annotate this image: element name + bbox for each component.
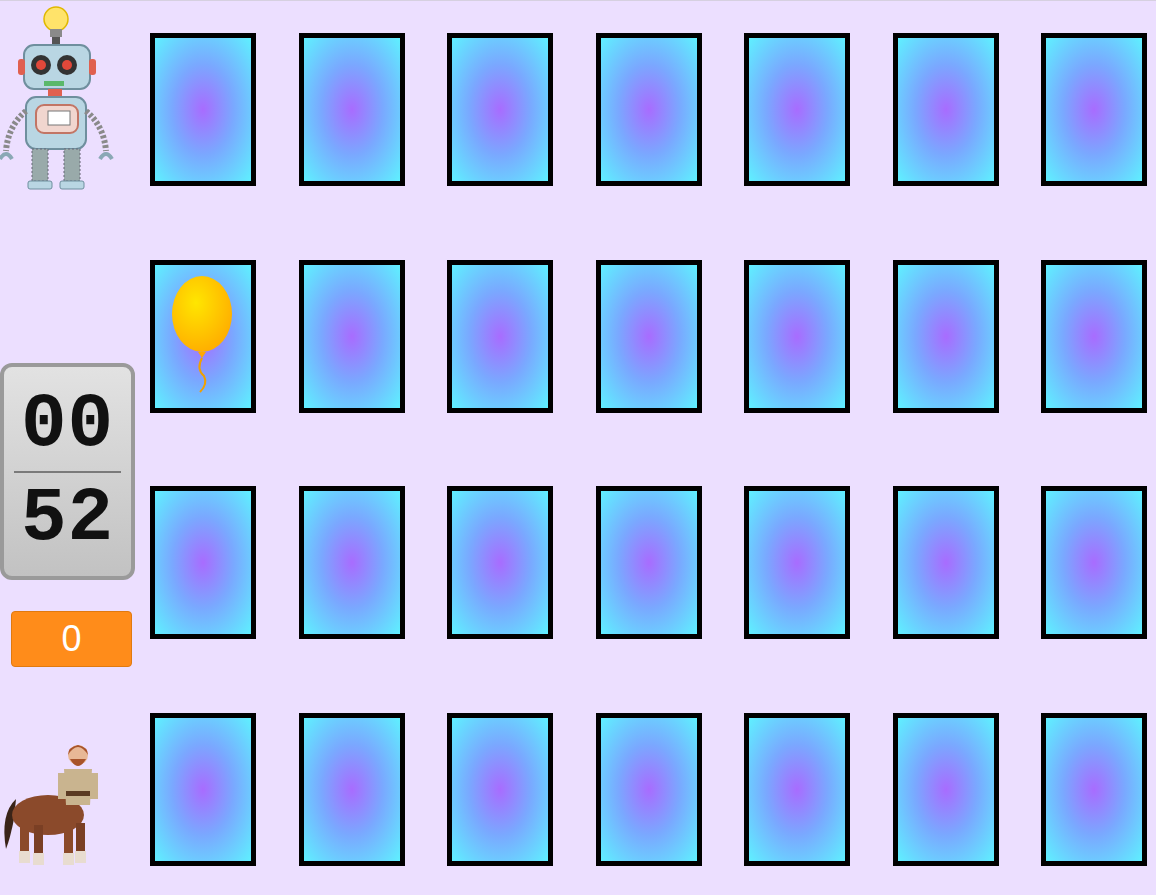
memory-card[interactable] [1041,486,1147,639]
memory-card[interactable] [893,713,999,866]
memory-card[interactable] [150,713,256,866]
timer: 00 52 [0,363,135,580]
memory-card[interactable] [1041,33,1147,186]
memory-card[interactable] [150,260,256,413]
memory-card[interactable] [744,486,850,639]
timer-seconds: 52 [4,481,131,557]
memory-card[interactable] [744,713,850,866]
memory-card[interactable] [596,260,702,413]
memory-card[interactable] [447,33,553,186]
centaur-icon [0,739,110,869]
robot-player [0,1,135,191]
score-button[interactable]: 0 [11,611,132,667]
memory-card[interactable] [447,713,553,866]
memory-card[interactable] [744,260,850,413]
memory-card[interactable] [893,486,999,639]
robot-icon [0,1,120,191]
memory-card[interactable] [1041,713,1147,866]
memory-card[interactable] [893,260,999,413]
memory-card[interactable] [596,713,702,866]
memory-card[interactable] [299,260,405,413]
memory-card[interactable] [596,486,702,639]
memory-card[interactable] [893,33,999,186]
memory-card[interactable] [447,486,553,639]
memory-card[interactable] [299,486,405,639]
memory-card[interactable] [1041,260,1147,413]
memory-card[interactable] [150,33,256,186]
centaur-player [0,739,135,869]
sidebar: 00 52 0 [0,1,135,869]
timer-minutes: 00 [4,387,131,463]
lightbulb-icon [44,7,68,37]
memory-card[interactable] [447,260,553,413]
memory-card[interactable] [596,33,702,186]
memory-card[interactable] [150,486,256,639]
memory-card[interactable] [299,713,405,866]
memory-card[interactable] [299,33,405,186]
card-grid [135,1,1147,869]
memory-card[interactable] [744,33,850,186]
balloon-icon [168,274,238,399]
